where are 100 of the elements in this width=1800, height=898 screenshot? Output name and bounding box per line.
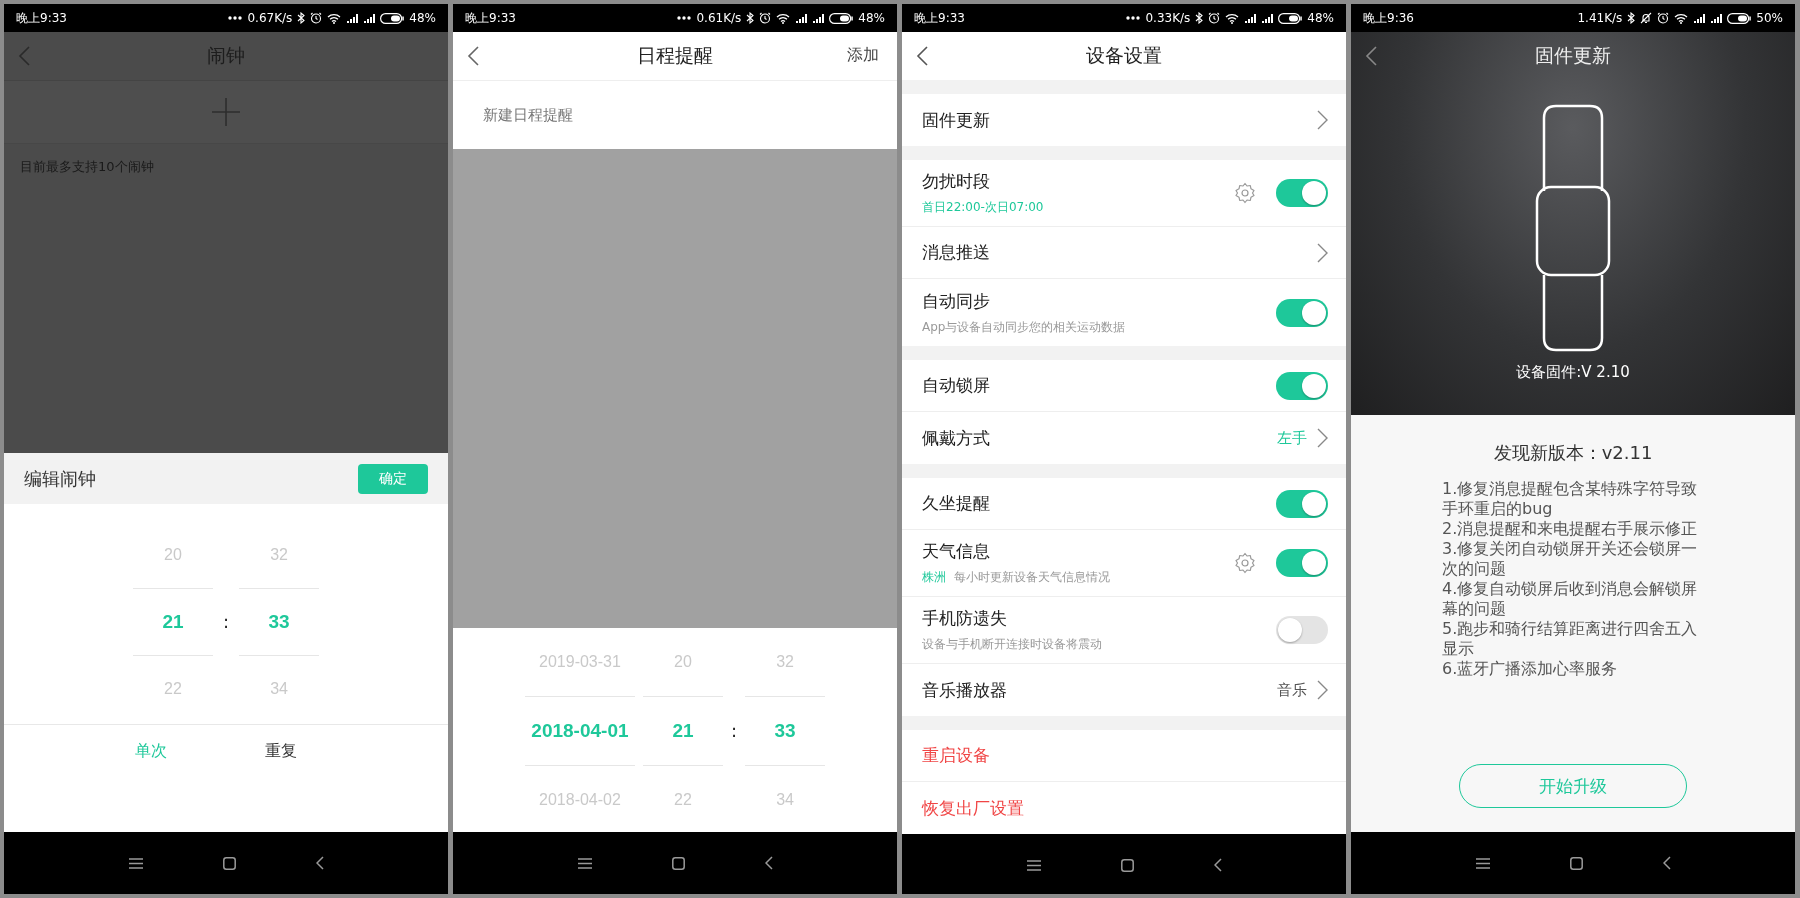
toggle-switch[interactable]: [1276, 549, 1328, 577]
alarm-icon: [1208, 12, 1221, 24]
status-time: 晚上9:33: [16, 9, 67, 27]
signal-icon: [363, 13, 376, 23]
network-speed: 0.33K/s: [1145, 11, 1191, 25]
menu-icon[interactable]: [577, 857, 592, 869]
alarm-icon: [759, 12, 772, 24]
picker-option[interactable]: 2018-04-01: [524, 696, 635, 766]
screen-title: 日程提醒: [637, 43, 713, 68]
picker-option[interactable]: 21: [642, 696, 723, 766]
back-icon[interactable]: [1365, 46, 1377, 66]
setting-value: 音乐: [1277, 680, 1307, 700]
screen-title: 设备设置: [1086, 43, 1162, 68]
status-time: 晚上9:33: [914, 9, 965, 27]
signal-icon: [1693, 13, 1706, 23]
repeat-mode-option[interactable]: 重复: [246, 739, 316, 763]
signal-icon: [795, 13, 808, 23]
wifi-icon: [327, 12, 342, 24]
wifi-icon: [1225, 12, 1240, 24]
battery-percent: 48%: [409, 11, 436, 25]
bluetooth-icon: [1195, 12, 1204, 24]
gear-icon[interactable]: [1234, 182, 1256, 204]
signal-icon: [1710, 13, 1723, 23]
chevron-right-icon: [1317, 680, 1328, 700]
back-icon[interactable]: [916, 46, 928, 66]
battery-percent: 48%: [1307, 11, 1334, 25]
home-icon[interactable]: [671, 856, 685, 870]
back-icon[interactable]: [764, 856, 773, 870]
setting-description: 首日22:00-次日07:00: [922, 199, 1044, 216]
picker-option[interactable]: 21: [132, 588, 213, 656]
release-note: 1.修复消息提醒包含某特殊字符导致手环重启的bug: [1442, 479, 1699, 519]
alarm-icon: [1657, 12, 1670, 24]
status-time: 晚上9:36: [1363, 9, 1414, 27]
setting-label: 手机防遗失: [922, 607, 1008, 630]
network-speed: 0.61K/s: [696, 11, 742, 25]
new-version-heading: 发现新版本：v2.11: [1493, 441, 1653, 465]
setting-label: 恢复出厂设置: [922, 796, 1025, 820]
alarm-icon: [310, 12, 323, 24]
home-icon[interactable]: [1569, 856, 1583, 870]
setting-label: 自动同步: [922, 289, 991, 313]
screen-title: 固件更新: [1535, 43, 1611, 68]
setting-description: App与设备自动同步您的相关运动数据: [922, 318, 1126, 336]
menu-icon[interactable]: [1026, 859, 1041, 871]
back-icon[interactable]: [315, 856, 324, 870]
chevron-right-icon: [1317, 428, 1328, 448]
battery-percent: 50%: [1756, 11, 1783, 25]
setting-label: 天气信息: [922, 540, 991, 563]
chevron-right-icon: [1317, 242, 1328, 263]
bluetooth-icon: [1627, 12, 1636, 24]
current-firmware-version: 设备固件:V 2.10: [1516, 363, 1630, 382]
back-icon[interactable]: [1213, 858, 1222, 872]
picker-option[interactable]: 33: [745, 696, 826, 766]
toggle-switch[interactable]: [1276, 616, 1328, 644]
battery-icon: [1727, 12, 1752, 24]
setting-description: 设备与手机断开连接时设备将震动: [922, 636, 1102, 653]
repeat-mode-option[interactable]: 单次: [116, 739, 186, 763]
home-icon[interactable]: [1120, 858, 1134, 872]
setting-label: 消息推送: [922, 241, 991, 264]
setting-label: 重启设备: [922, 744, 991, 767]
signal-icon: [346, 13, 359, 23]
confirm-button[interactable]: 确定: [358, 463, 428, 494]
signal-icon: [812, 13, 825, 23]
chevron-right-icon: [1317, 110, 1328, 130]
network-speed: 1.41K/s: [1577, 11, 1623, 25]
menu-icon[interactable]: [1475, 857, 1490, 869]
setting-value: 左手: [1277, 428, 1307, 448]
release-note: 5.跑步和骑行结算距离进行四舍五入显示: [1442, 619, 1699, 659]
back-icon[interactable]: [1662, 856, 1671, 870]
menu-icon[interactable]: [128, 857, 143, 869]
time-separator: :: [222, 609, 230, 634]
release-note: 6.蓝牙广播添加心率服务: [1442, 659, 1619, 679]
wifi-icon: [776, 12, 791, 24]
picker-option[interactable]: 33: [239, 588, 320, 656]
release-note: 3.修复关闭自动锁屏开关还会锁屏一次的问题: [1442, 539, 1699, 579]
time-separator: :: [730, 718, 738, 743]
wifi-icon: [1674, 12, 1689, 24]
battery-percent: 48%: [858, 11, 885, 25]
toggle-switch[interactable]: [1276, 489, 1328, 518]
toggle-switch[interactable]: [1276, 371, 1328, 400]
setting-label: 佩戴方式: [922, 426, 991, 450]
toggle-switch[interactable]: [1276, 298, 1328, 327]
bluetooth-icon: [297, 12, 306, 24]
signal-icon: [1261, 13, 1274, 23]
city-name: 株洲: [922, 569, 946, 586]
setting-description: 每小时更新设备天气信息情况: [954, 569, 1110, 586]
add-link[interactable]: 添加: [847, 45, 879, 66]
release-note: 4.修复自动锁屏后收到消息会解锁屏幕的问题: [1442, 579, 1699, 619]
network-speed: 0.67K/s: [247, 11, 293, 25]
battery-icon: [1278, 12, 1303, 24]
gear-icon[interactable]: [1234, 552, 1256, 574]
setting-label: 久坐提醒: [922, 492, 991, 515]
bluetooth-icon: [746, 12, 755, 24]
home-icon[interactable]: [222, 856, 236, 870]
setting-label: 固件更新: [922, 108, 991, 132]
release-note: 2.消息提醒和来电提醒右手展示修正: [1442, 519, 1699, 539]
back-icon[interactable]: [467, 46, 479, 66]
signal-icon: [1244, 13, 1257, 23]
setting-label: 勿扰时段: [922, 170, 991, 193]
battery-icon: [380, 12, 405, 24]
toggle-switch[interactable]: [1276, 179, 1328, 207]
